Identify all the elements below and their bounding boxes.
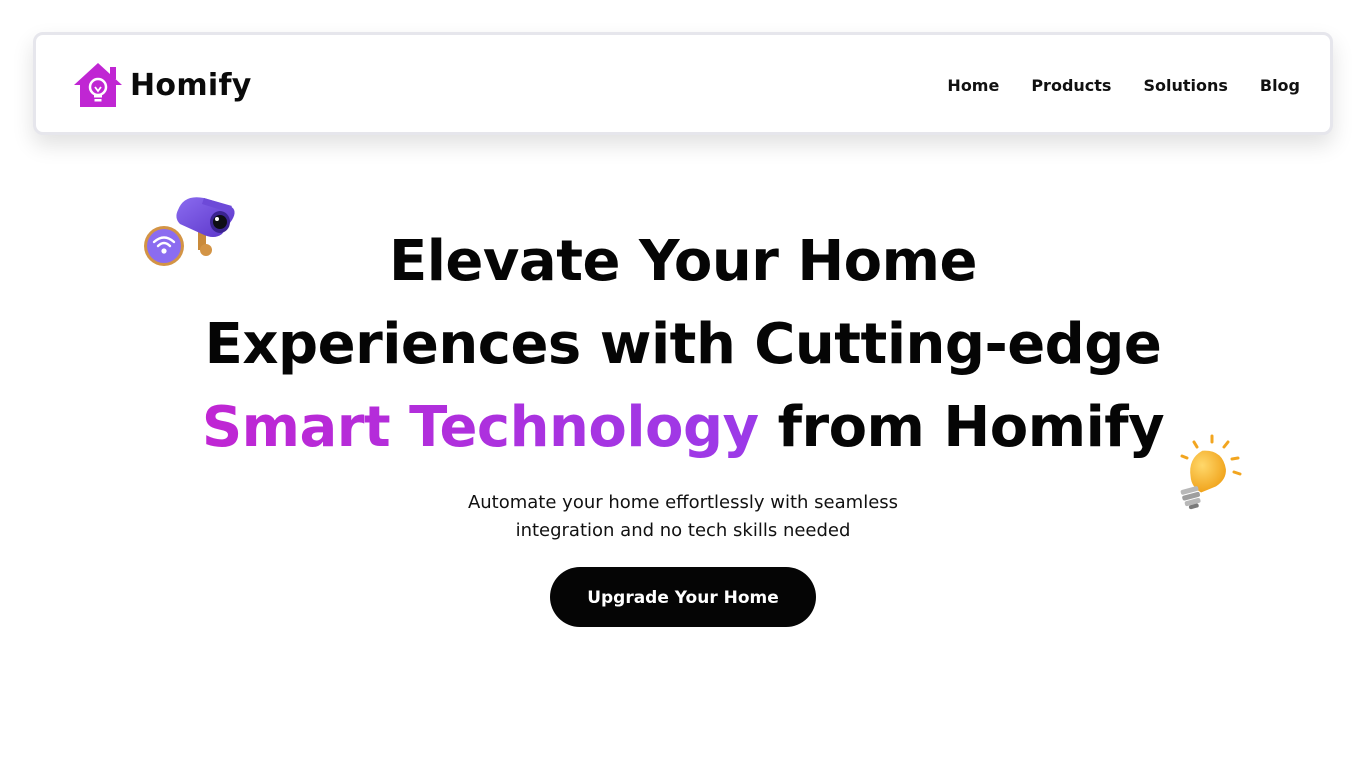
hero-section: Elevate Your Home Experiences with Cutti… <box>0 220 1366 627</box>
nav-link-home[interactable]: Home <box>947 76 999 95</box>
hero-title-rest: from Homify <box>758 395 1165 460</box>
hero-title-accent: Smart Technology <box>201 395 759 460</box>
hero-title-line-2: Experiences with Cutting-edge <box>204 312 1162 377</box>
light-bulb-icon <box>1180 434 1242 510</box>
main-nav: Home Products Solutions Blog <box>947 35 1300 135</box>
nav-link-solutions[interactable]: Solutions <box>1143 76 1227 95</box>
house-bulb-icon <box>74 63 122 107</box>
hero-subtitle-line-1: Automate your home effortlessly with sea… <box>467 492 899 513</box>
hero-subtitle-line-2: integration and no tech skills needed <box>515 520 851 541</box>
brand-name: Homify <box>130 67 252 103</box>
upgrade-home-button[interactable]: Upgrade Your Home <box>550 567 816 627</box>
brand-logo[interactable]: Homify <box>72 61 252 109</box>
hero-title-line-1: Elevate Your Home <box>388 229 978 294</box>
navbar: Homify Home Products Solutions Blog <box>33 32 1333 135</box>
nav-link-products[interactable]: Products <box>1031 76 1111 95</box>
nav-link-blog[interactable]: Blog <box>1260 76 1300 95</box>
hero-subtitle: Automate your home effortlessly with sea… <box>423 489 943 545</box>
